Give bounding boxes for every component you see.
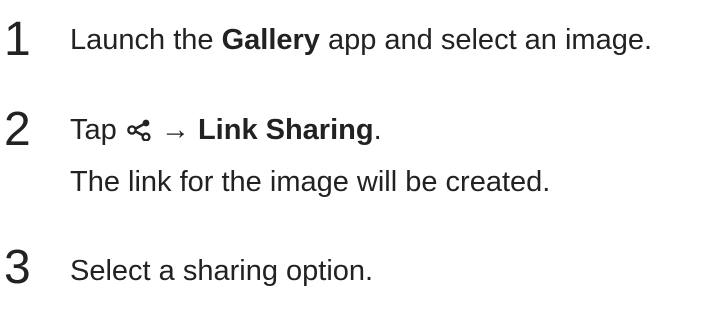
step-text: Launch the Gallery app and select an ima… [70, 22, 652, 58]
instruction-page: 1 Launch the Gallery app and select an i… [0, 0, 715, 311]
share-icon [127, 114, 151, 142]
arrow: → [160, 114, 190, 146]
step-text-pre: Tap [70, 114, 125, 146]
step-text: Select a sharing option. [70, 255, 374, 287]
step-note: The link for the image will be created. [70, 166, 551, 198]
step-text-post: . [373, 114, 382, 146]
step-text: Tap → Link Sharing. [70, 112, 382, 148]
step-number: 1 [4, 13, 31, 66]
step-text-post: app and select an image. [319, 24, 653, 56]
step-number: 2 [4, 103, 31, 156]
app-name: Gallery [221, 24, 320, 56]
step-number: 3 [4, 241, 31, 294]
step-text-pre: Launch the [70, 24, 222, 56]
menu-option-link-sharing: Link Sharing [197, 114, 374, 146]
